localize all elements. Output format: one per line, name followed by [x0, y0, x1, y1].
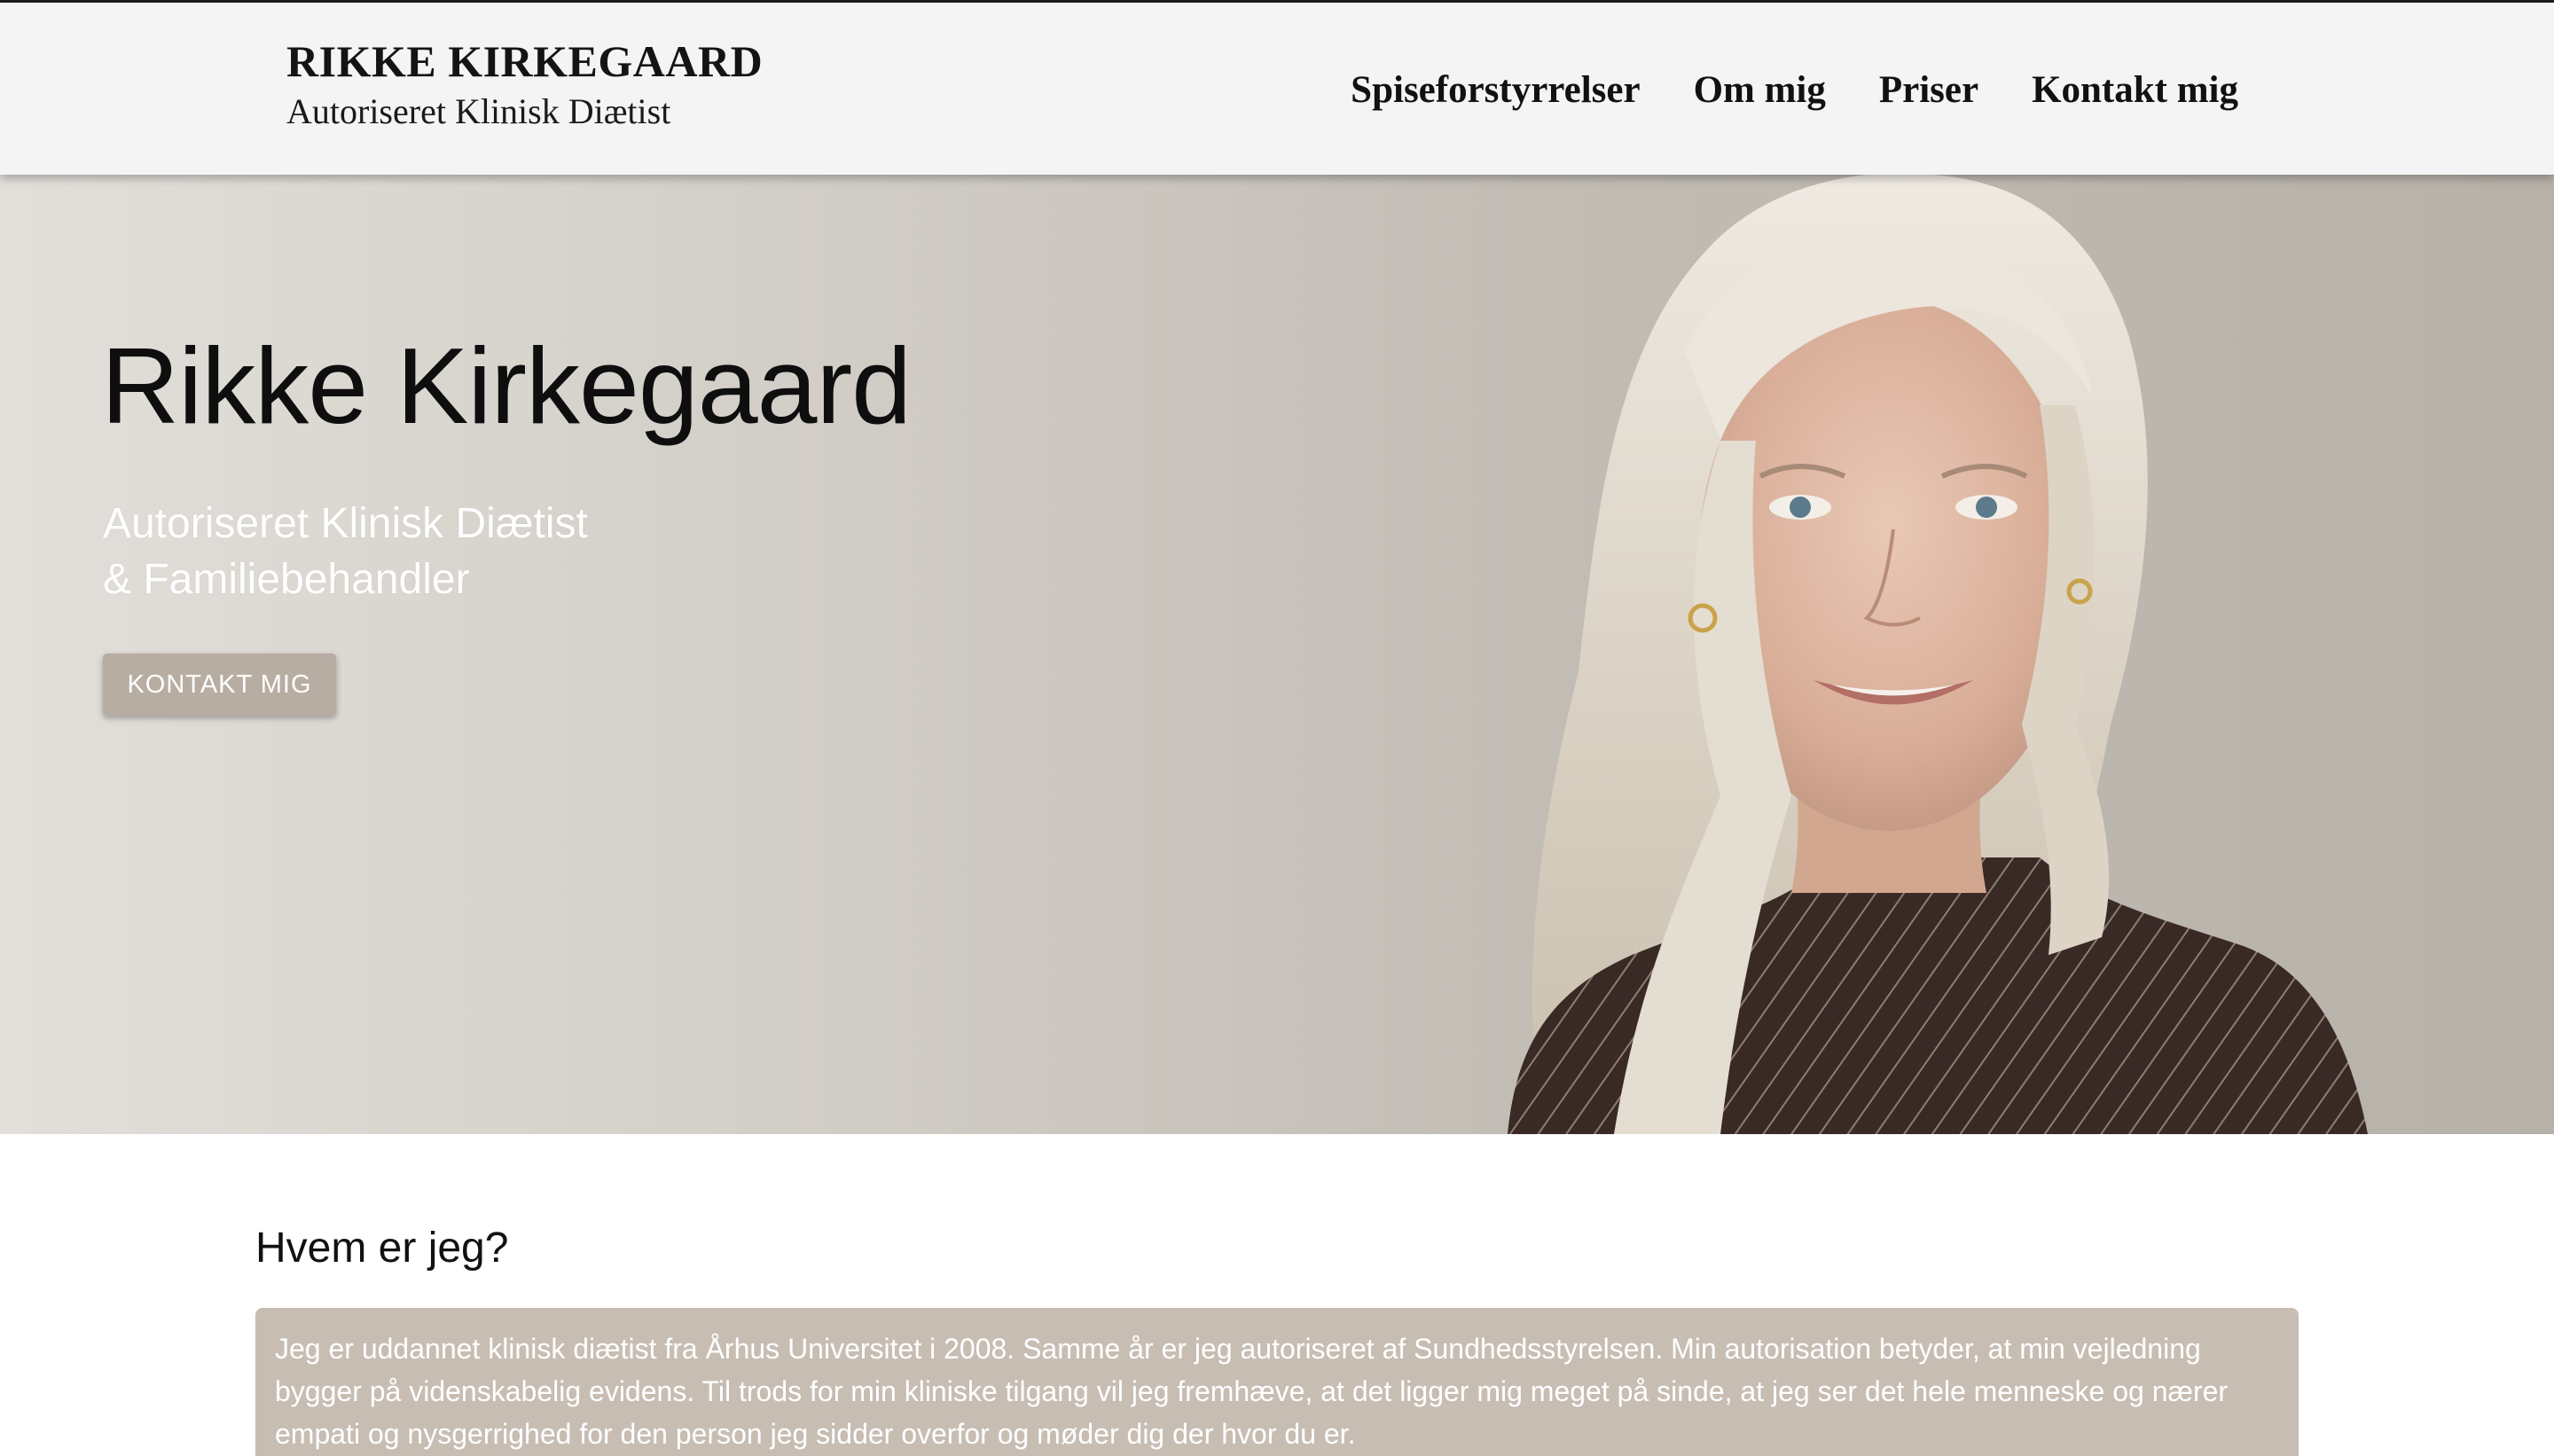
- site-header: RIKKE KIRKEGAARD Autoriseret Klinisk Diæ…: [0, 3, 2554, 175]
- about-text-box: Jeg er uddannet klinisk diætist fra Århu…: [255, 1308, 2299, 1456]
- brand-name: RIKKE KIRKEGAARD: [286, 36, 764, 86]
- contact-me-button[interactable]: KONTAKT MIG: [103, 654, 336, 716]
- hero-section: Rikke Kirkegaard Autoriseret Klinisk Diæ…: [0, 175, 2554, 1134]
- hero-title: Rikke Kirkegaard: [101, 325, 912, 446]
- hero-subtitle-line-2: & Familiebehandler: [103, 556, 470, 603]
- brand-logo[interactable]: RIKKE KIRKEGAARD Autoriseret Klinisk Diæ…: [286, 35, 763, 136]
- portrait-photo: [1224, 175, 2554, 1134]
- about-heading: Hvem er jeg?: [255, 1225, 509, 1272]
- brand-subtitle: Autoriseret Klinisk Diætist: [286, 91, 671, 131]
- nav-link-kontakt-mig[interactable]: Kontakt mig: [2032, 66, 2238, 115]
- about-text: Jeg er uddannet klinisk diætist fra Århu…: [275, 1333, 2229, 1450]
- nav-link-om-mig[interactable]: Om mig: [1694, 66, 1826, 115]
- nav-link-priser[interactable]: Priser: [1879, 66, 1978, 115]
- main-nav: Spiseforstyrrelser Om mig Priser Kontakt…: [1351, 66, 2238, 115]
- hero-subtitle-line-1: Autoriseret Klinisk Diætist: [103, 500, 588, 547]
- nav-link-spiseforstyrrelser[interactable]: Spiseforstyrrelser: [1351, 66, 1640, 115]
